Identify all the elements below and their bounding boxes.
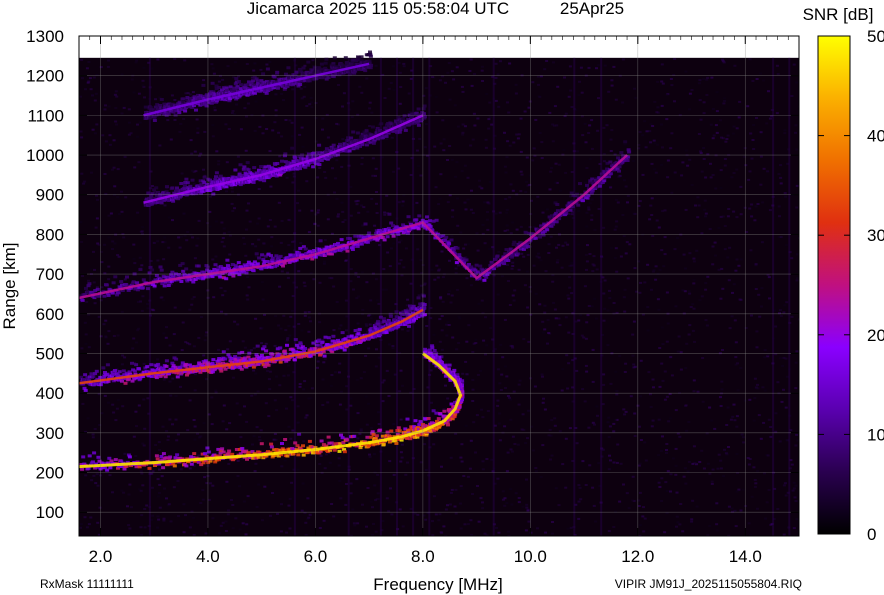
x-tick-labels: 2.0 4.0 6.0 8.0 10.0 12.0 14.0 — [89, 547, 762, 566]
y-axis-label: Range [km] — [0, 243, 19, 330]
colorbar-gradient — [817, 35, 851, 535]
x-tick-label: 14.0 — [729, 547, 762, 566]
y-tick-label: 400 — [36, 384, 64, 403]
y-tick-label: 1100 — [27, 106, 64, 125]
interference-column — [788, 57, 791, 536]
colorbar-tick-label: 30 — [867, 226, 884, 245]
colorbar: SNR [dB] 0 10 20 30 40 50 — [803, 5, 884, 544]
x-tick-label: 2.0 — [89, 547, 113, 566]
interference-column — [428, 57, 431, 536]
y-tick-label: 700 — [36, 265, 64, 284]
footer-filename: VIPIR JM91J_2025115055804.RIQ — [615, 577, 802, 591]
colorbar-tick-label: 50 — [867, 27, 884, 46]
x-axis-label: Frequency [MHz] — [373, 575, 502, 594]
y-tick-label: 300 — [36, 424, 64, 443]
colorbar-tick-label: 20 — [867, 326, 884, 345]
chart-date: 25Apr25 — [560, 0, 624, 18]
y-tick-label: 500 — [36, 344, 64, 363]
y-tick-label: 1000 — [26, 146, 64, 165]
colorbar-tick-label: 10 — [867, 425, 884, 444]
y-tick-label: 1300 — [26, 27, 64, 46]
x-tick-label: 10.0 — [514, 547, 547, 566]
chart-title: Jicamarca 2025 115 05:58:04 UTC — [247, 0, 509, 18]
interference-column — [573, 57, 576, 536]
y-tick-label: 200 — [36, 464, 64, 483]
x-tick-label: 4.0 — [196, 547, 220, 566]
footer-rxmask: RxMask 11111111 — [40, 577, 134, 591]
interference-column — [772, 57, 775, 536]
x-tick-label: 6.0 — [304, 547, 328, 566]
heatmap-data — [79, 50, 799, 536]
interference-column — [600, 57, 603, 536]
ionogram-chart: Jicamarca 2025 115 05:58:04 UTC 25Apr25 … — [0, 0, 884, 594]
interference-column — [412, 57, 415, 536]
y-tick-label: 900 — [36, 186, 64, 205]
colorbar-tick-label: 40 — [867, 127, 884, 146]
interference-column — [293, 57, 296, 536]
interference-column — [347, 57, 350, 536]
colorbar-label: SNR [dB] — [803, 5, 874, 24]
interference-column — [492, 57, 495, 536]
x-tick-label: 12.0 — [621, 547, 654, 566]
x-tick-label: 8.0 — [411, 547, 435, 566]
y-tick-label: 800 — [36, 225, 64, 244]
plot-area — [78, 35, 800, 537]
y-tick-label: 1200 — [26, 67, 64, 86]
y-tick-label: 600 — [36, 305, 64, 324]
y-tick-label: 100 — [36, 503, 64, 522]
colorbar-tick-label: 0 — [867, 525, 876, 544]
y-tick-labels: 100 200 300 400 500 600 700 800 900 1000 1100 1200 1… — [26, 27, 64, 522]
